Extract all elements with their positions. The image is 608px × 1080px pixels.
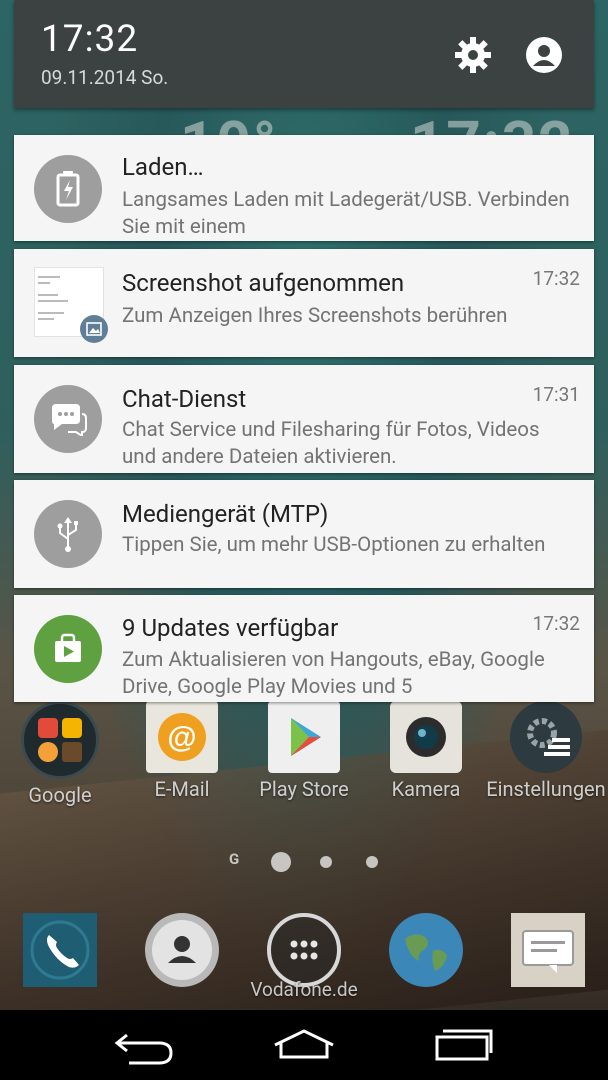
notification-title: Screenshot aufgenommen [122,269,405,297]
notification-title: Mediengerät (MTP) [122,500,329,528]
camera-icon [390,701,462,773]
page-dot[interactable] [366,856,378,868]
notification-chat-service[interactable]: Chat-Dienst Chat Service und Filesharing… [14,365,594,473]
account-icon[interactable] [523,34,565,76]
notification-body: Zum Anzeigen Ihres Screenshots berühren [122,304,508,328]
app-label: Google [28,783,92,807]
notification-time: 17:32 [532,612,580,635]
app-label: E-Mail [154,777,210,801]
usb-icon [34,500,102,568]
settings-icon [510,701,582,773]
chat-bubbles-icon [34,385,102,453]
recent-apps-icon[interactable] [424,1022,504,1068]
notification-body: Tippen Sie, um mehr USB-Optionen zu erha… [122,533,546,557]
notification-time: 17:31 [532,383,580,406]
quick-settings-header: 17:32 09.11.2014 So. [14,0,594,108]
notification-title: Laden… [122,153,204,181]
page-dot[interactable] [320,856,332,868]
page-indicator: G [0,850,608,874]
clock-date[interactable]: 09.11.2014 So. [41,66,168,89]
notification-body: Chat Service und Filesharing für Fotos, … [122,418,540,469]
play-store-icon [268,701,340,773]
notification-charging[interactable]: Laden… Langsames Laden mit Ladegerät/USB… [14,135,594,241]
battery-charging-icon [34,155,102,223]
home-app-row: Google @ E-Mail Play Store Kamera Einste… [0,695,608,807]
app-google[interactable]: Google [0,695,120,807]
svg-text:@: @ [167,721,196,754]
app-label: Einstellungen [486,777,606,801]
email-icon: @ [146,701,218,773]
app-play-store[interactable]: Play Store [244,695,364,801]
notification-screenshot[interactable]: Screenshot aufgenommen Zum Anzeigen Ihre… [14,249,594,357]
carrier-label: Vodafone.de [250,978,358,1001]
navigation-bar [0,1010,608,1080]
app-settings[interactable]: Einstellungen [486,695,606,801]
notification-title: Chat-Dienst [122,385,247,413]
app-label: Play Store [259,777,349,801]
app-label: Kamera [391,777,461,801]
notification-body: Zum Aktualisieren von Hangouts, eBay, Go… [122,648,545,699]
notification-mtp[interactable]: Mediengerät (MTP) Tippen Sie, um mehr US… [14,480,594,588]
home-icon[interactable] [264,1022,344,1068]
play-store-bag-icon [34,615,102,683]
gear-icon[interactable] [452,34,494,76]
image-icon [80,315,108,343]
back-icon[interactable] [104,1022,184,1068]
notification-time: 17:32 [532,267,580,290]
notification-updates[interactable]: 9 Updates verfügbar Zum Aktualisieren vo… [14,595,594,702]
page-dot-current[interactable] [271,852,291,872]
notification-body: Langsames Laden mit Ladegerät/USB. Verbi… [122,188,570,239]
google-page-indicator[interactable]: G [229,850,239,868]
app-camera[interactable]: Kamera [366,695,486,801]
clock-time: 17:32 [41,18,139,61]
app-email[interactable]: @ E-Mail [122,695,242,801]
google-folder-icon [21,701,99,779]
notification-title: 9 Updates verfügbar [122,614,339,642]
